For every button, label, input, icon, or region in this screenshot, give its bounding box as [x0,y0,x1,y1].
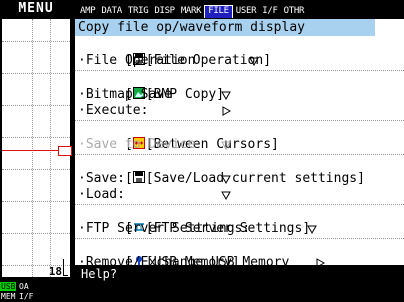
help-bar: Help? [75,265,404,302]
oa-status: OA [19,282,29,291]
left-panel: MENU 18 USB OA MEM I/F [0,0,72,302]
channel-bracket [63,259,68,276]
grid-line [50,19,51,277]
section-header-ftp: [[FTP Server Settings] [124,221,311,236]
tab-othr[interactable]: OTHR [281,5,307,18]
tab-if[interactable]: I/F [259,5,280,18]
section-header-usb-memory: [[USB Memory] [124,255,240,270]
channel-number: 18 [48,265,62,278]
dropdown-arrow-icon[interactable] [221,140,231,150]
item-bitmap-save[interactable]: ·Bitmap Save [78,87,172,103]
grid-line [32,19,33,277]
play-icon[interactable] [221,106,231,116]
tab-disp[interactable]: DISP [151,5,177,18]
tab-data[interactable]: DATA [98,5,124,18]
section-header-save-load: [[Save/Load current settings] [124,171,365,186]
tab-trig[interactable]: TRIG [125,5,151,18]
grid-line [2,169,70,170]
item-load[interactable]: ·Load: [78,187,125,203]
tab-bar: AMP DATA TRIG DISP MARK FILE USER I/F OT… [77,5,307,18]
item-save[interactable]: ·Save: [78,171,125,187]
grid-line [2,73,70,74]
section-header-between-cursors: [[Between Cursors] [124,137,279,152]
grid-line [2,201,70,202]
mem-status: MEM [1,292,16,301]
screen: MENU 18 USB OA MEM I/F AMP DATA TRIG DIS… [0,0,404,302]
grid-line [2,105,70,106]
dropdown-arrow-icon[interactable] [221,174,231,184]
grid-line [2,233,70,234]
tab-user[interactable]: USER [233,5,259,18]
item-ftp-server-settings[interactable]: ·FTP Server Setttings: [78,221,250,237]
tab-file[interactable]: FILE [204,5,233,18]
settings-panel: Copy file op/waveform display [[File Ope… [75,19,404,281]
dropdown-arrow-icon[interactable] [221,190,231,200]
section-header-file-operation: [[File Operation] [124,53,272,68]
item-execute[interactable]: ·Execute: [78,103,148,119]
dropdown-arrow-icon[interactable] [307,224,317,234]
dropdown-arrow-icon[interactable] [249,56,259,66]
tab-mark[interactable]: MARK [178,5,204,18]
reference-line [2,150,58,151]
section-header-bmp-copy: [[BMP Copy] [124,87,225,102]
floppy-icon [132,171,145,183]
menu-label[interactable]: MENU [0,0,72,17]
item-save-to-device[interactable]: ·Save to Device [78,137,195,153]
item-file-operation[interactable]: ·File Operation [78,53,195,69]
dropdown-arrow-icon[interactable] [221,90,231,100]
usb-status: USB [0,282,17,291]
grid-line [2,41,70,42]
tab-amp[interactable]: AMP [77,5,98,18]
if-status: I/F [19,292,34,301]
help-text[interactable]: Help? [81,267,117,281]
reference-marker[interactable] [58,146,72,156]
status-indicators: USB OA MEM I/F [0,281,72,302]
waveform-preview: 18 [2,19,72,278]
panel-title: Copy file op/waveform display [78,20,305,35]
grid-line [2,137,70,138]
